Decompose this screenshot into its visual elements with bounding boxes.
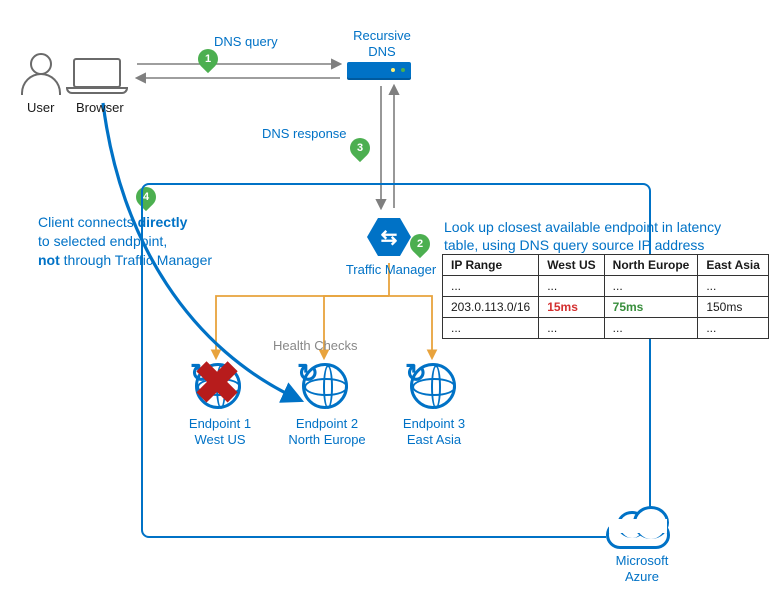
latency-th: IP Range [443, 255, 539, 276]
latency-td: ... [698, 276, 769, 297]
endpoint-3-label: Endpoint 3 East Asia [394, 416, 474, 449]
latency-td: ... [539, 318, 604, 339]
endpoint-3-icon: ↻ [410, 363, 456, 409]
az-l2: Azure [625, 569, 659, 584]
table-row: 203.0.113.0/1615ms75ms150ms [443, 297, 769, 318]
latency-td: ... [698, 318, 769, 339]
azure-label: Microsoft Azure [610, 553, 674, 586]
dns-label-line1: Recursive [353, 28, 411, 43]
lk-l1: Look up closest available endpoint in la… [444, 219, 721, 235]
browser-label: Browser [76, 100, 124, 116]
ep1-l1: Endpoint 1 [189, 416, 251, 431]
lk-l2: table, using DNS query source IP address [444, 237, 704, 253]
table-row: ............ [443, 276, 769, 297]
traffic-manager-label: Traffic Manager [344, 262, 438, 278]
latency-table: IP RangeWest USNorth EuropeEast Asia ...… [442, 254, 769, 339]
endpoint-1-label: Endpoint 1 West US [180, 416, 260, 449]
ep3-l1: Endpoint 3 [403, 416, 465, 431]
lookup-caption: Look up closest available endpoint in la… [444, 218, 764, 254]
azure-cloud-icon [606, 511, 678, 551]
endpoint-2-label: Endpoint 2 North Europe [280, 416, 374, 449]
latency-td: 75ms [604, 297, 698, 318]
latency-th: West US [539, 255, 604, 276]
ep3-l2: East Asia [407, 432, 461, 447]
latency-td: 15ms [539, 297, 604, 318]
endpoint-1-unavailable-icon: ✖ [187, 355, 247, 415]
latency-th: East Asia [698, 255, 769, 276]
step-badge-3: 3 [346, 134, 374, 162]
latency-body: ............203.0.113.0/1615ms75ms150ms.… [443, 276, 769, 339]
latency-td: 150ms [698, 297, 769, 318]
dns-query-label: DNS query [214, 34, 278, 50]
step-1-num: 1 [205, 53, 211, 65]
latency-td: ... [604, 318, 698, 339]
latency-td: ... [539, 276, 604, 297]
traffic-manager-icon: ⇆ [367, 215, 411, 259]
endpoint-2-icon: ↻ [302, 363, 348, 409]
step-2-num: 2 [417, 238, 423, 250]
step-3-num: 3 [357, 142, 363, 154]
table-row: ............ [443, 318, 769, 339]
ep2-l2: North Europe [288, 432, 365, 447]
az-l1: Microsoft [616, 553, 669, 568]
cc-l1: Client connects [38, 214, 138, 230]
latency-td: ... [604, 276, 698, 297]
user-icon [21, 53, 61, 95]
browser-icon [73, 58, 128, 94]
latency-td: ... [443, 318, 539, 339]
health-checks-label: Health Checks [273, 338, 358, 353]
user-label: User [27, 100, 54, 116]
latency-td: 203.0.113.0/16 [443, 297, 539, 318]
dns-server-icon [347, 62, 411, 78]
latency-th: North Europe [604, 255, 698, 276]
latency-td: ... [443, 276, 539, 297]
latency-header-row: IP RangeWest USNorth EuropeEast Asia [443, 255, 769, 276]
ep1-l2: West US [194, 432, 245, 447]
ep2-l1: Endpoint 2 [296, 416, 358, 431]
cc-b2: not [38, 252, 60, 268]
dns-response-label: DNS response [262, 126, 347, 142]
